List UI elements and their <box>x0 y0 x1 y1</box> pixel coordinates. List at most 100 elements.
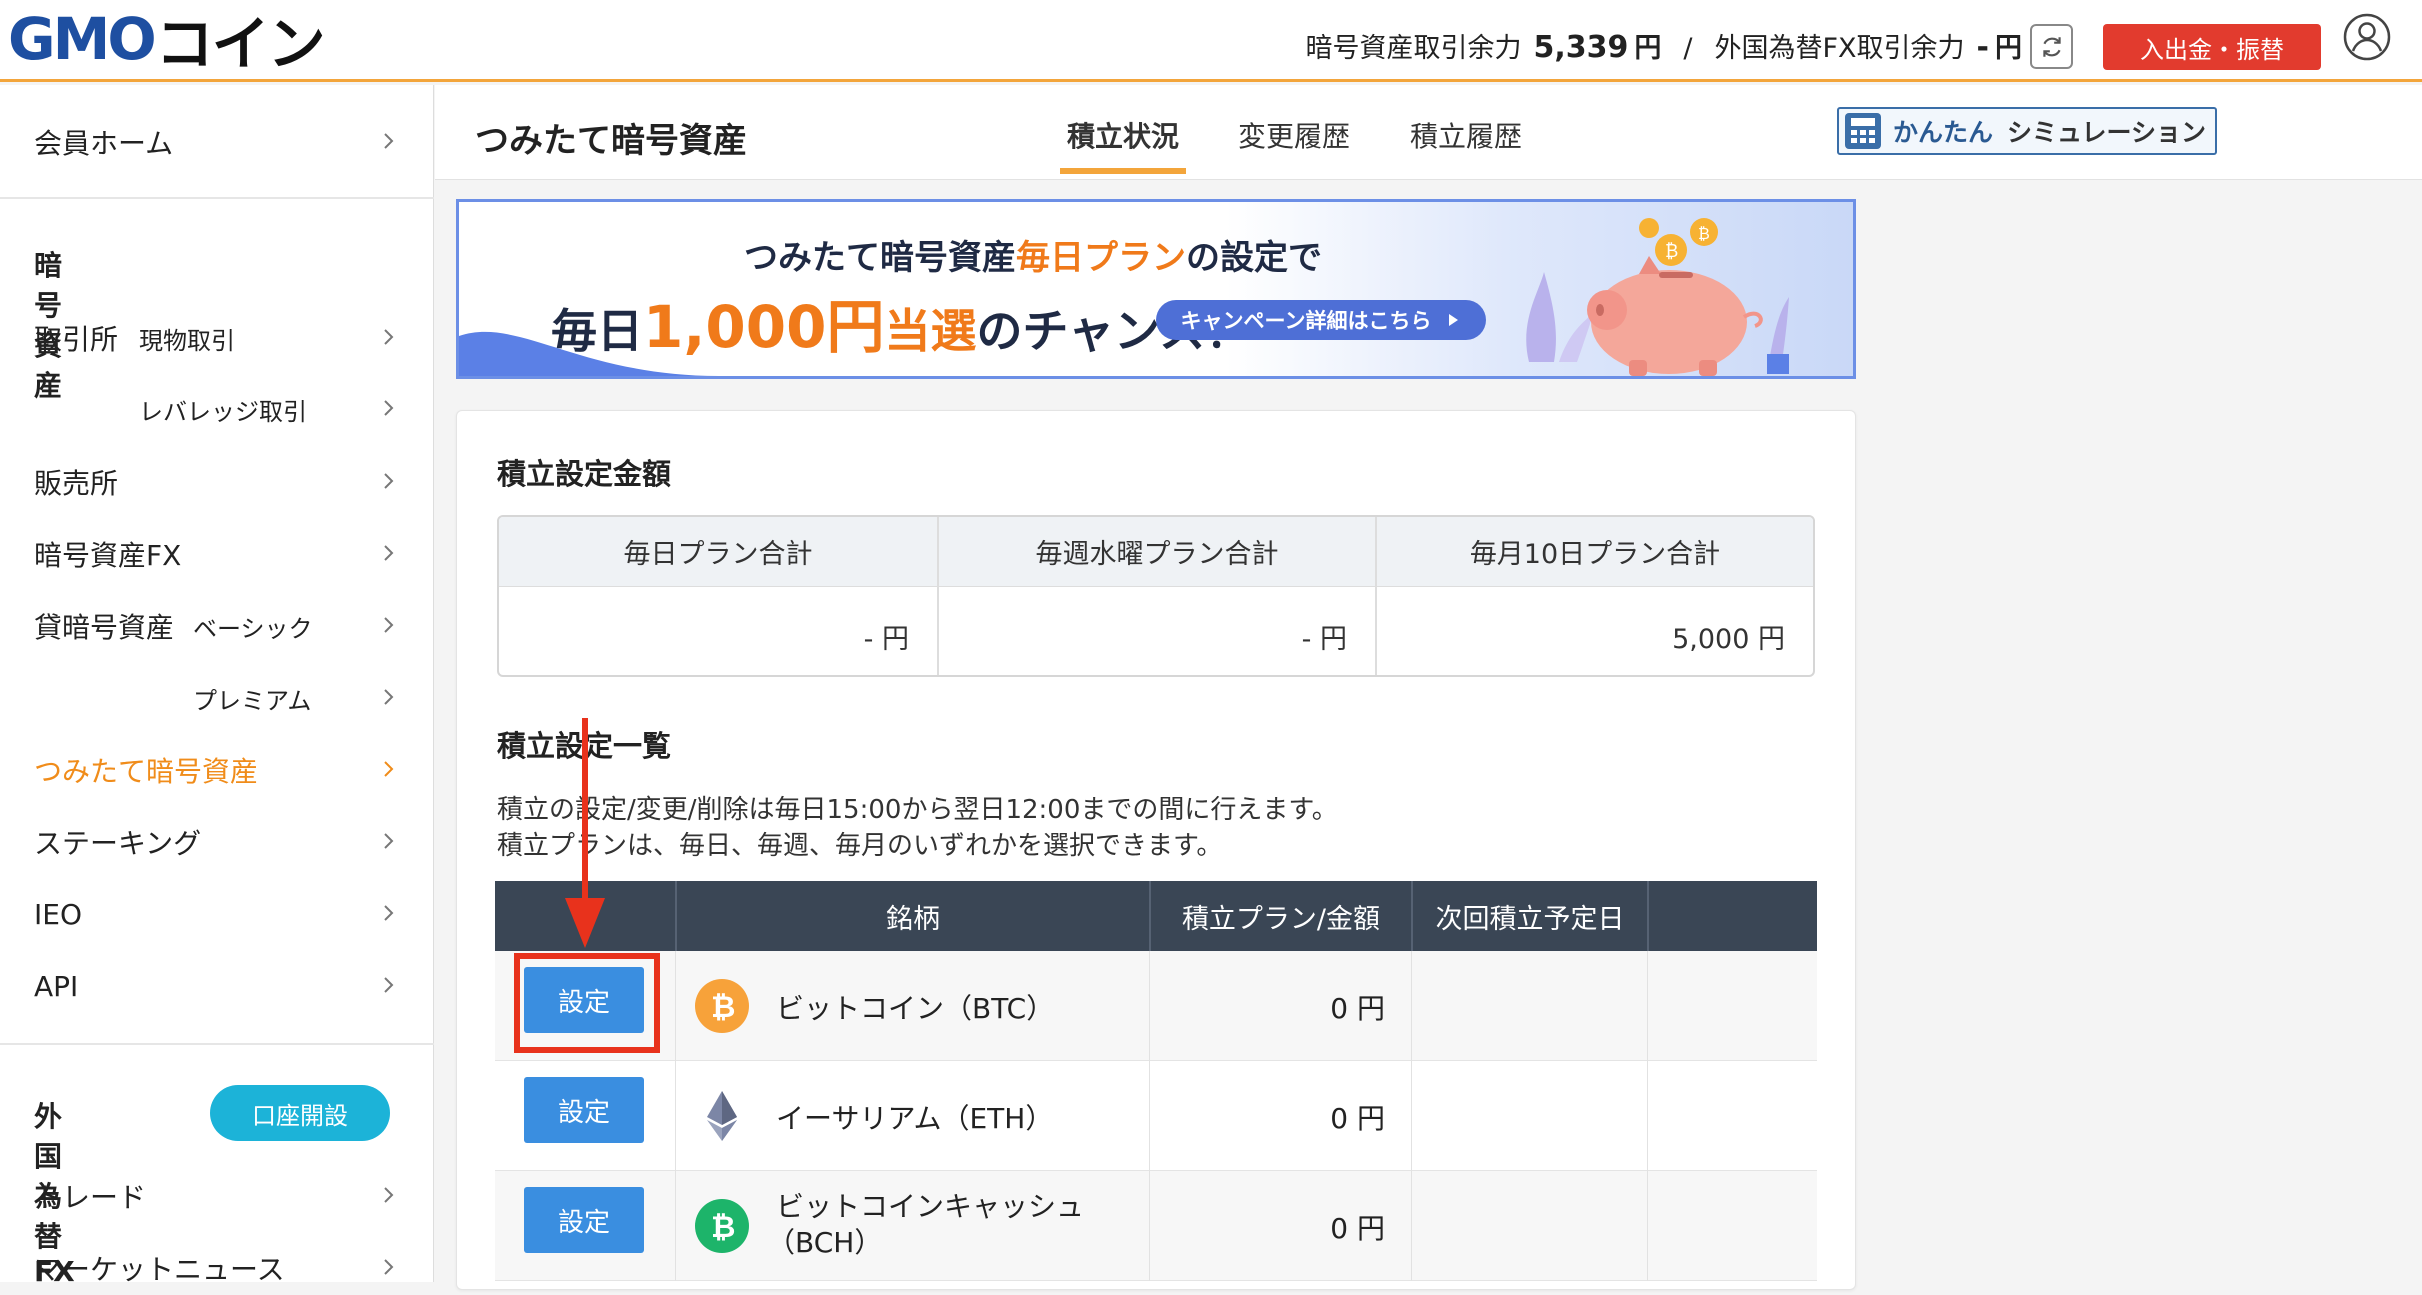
sidebar-item-lending-basic[interactable]: 貸暗号資産 ベーシック <box>0 599 434 653</box>
sidebar-sub-label: レバレッジ取引 <box>139 397 307 426</box>
sidebar-item-crypto-fx[interactable]: 暗号資産FX <box>0 527 434 581</box>
col-header-plan-amount: 積立プラン/金額 <box>1181 903 1381 935</box>
sidebar-sub-label: 現物取引 <box>139 326 235 355</box>
summary-col-monthly: 毎月10日プラン合計 5,000 円 <box>1377 517 1813 675</box>
row-divider <box>1149 1061 1150 1171</box>
chevron-right-icon <box>384 905 394 921</box>
sidebar-item-ieo[interactable]: IEO <box>0 887 434 941</box>
row-divider <box>1647 951 1648 1061</box>
col-header-extra <box>1649 881 1817 951</box>
sidebar-item-label: トレード <box>34 1181 147 1214</box>
sidebar-item-label: API <box>34 969 79 1003</box>
sidebar-item-leverage[interactable]: レバレッジ取引 <box>0 382 434 436</box>
active-tab-indicator <box>1060 168 1186 174</box>
tab-status[interactable]: 積立状況 <box>1067 115 1179 155</box>
sidebar-item-home[interactable]: 会員ホーム <box>0 115 434 169</box>
summary-col-header: 毎日プラン合計 <box>499 517 937 587</box>
annotation-highlight-box <box>514 953 660 1053</box>
fx-balance-unit: 円 <box>1995 33 2022 64</box>
chevron-right-icon <box>384 329 394 345</box>
row-divider <box>1411 951 1412 1061</box>
user-account-icon[interactable] <box>2342 12 2392 62</box>
campaign-details-label: キャンペーン詳細はこちら <box>1180 309 1432 333</box>
sidebar-item-label: 取引所 <box>34 323 119 356</box>
sidebar-item-label: 貸暗号資産 <box>34 611 175 644</box>
chevron-right-icon <box>384 689 394 705</box>
summary-col-value: - 円 <box>1301 624 1347 655</box>
sidebar-item-trade[interactable]: トレード <box>0 1169 434 1223</box>
banner-line-1: つみたて暗号資産毎日プランの設定で <box>744 230 1322 279</box>
row-divider <box>1411 1061 1412 1171</box>
crypto-balance-value: 5,339 <box>1533 30 1629 65</box>
page-title: つみたて暗号資産 <box>475 121 747 161</box>
sidebar-item-market-news[interactable]: マーケットニュース <box>0 1241 434 1295</box>
sidebar-item-label: ステーキング <box>34 827 202 860</box>
separator: / <box>1683 33 1693 64</box>
summary-title: 積立設定金額 <box>497 457 672 491</box>
bitcoin-icon: ₿ <box>695 979 749 1033</box>
coin-name: ビットコインキャッシュ <box>776 1190 1085 1223</box>
chevron-right-icon <box>384 133 394 149</box>
svg-text:₿: ₿ <box>711 990 735 1025</box>
refresh-button[interactable] <box>2030 24 2073 69</box>
sidebar-item-label: 販売所 <box>34 467 119 500</box>
campaign-banner[interactable]: つみたて暗号資産毎日プランの設定で 毎日1,000円当選のチャンス！ キャンペー… <box>456 199 1856 379</box>
balance-summary: 暗号資産取引余力 5,339 円 / 外国為替FX取引余力 - 円 <box>1306 26 2023 65</box>
simulation-button[interactable]: かんたん シミュレーション <box>1837 107 2217 155</box>
row-divider <box>1647 1061 1648 1171</box>
table-row: 設定 ₿ ビットコイン（BTC） 0 円 <box>495 951 1817 1061</box>
svg-text:₿: ₿ <box>1698 224 1710 243</box>
table-row: 設定 イーサリアム（ETH） 0 円 <box>495 1061 1817 1171</box>
sidebar-sub-label: プレミアム <box>193 686 312 715</box>
banner-line-2: 毎日1,000円当選のチャンス！ <box>551 280 1251 364</box>
chevron-right-icon <box>384 1187 394 1203</box>
campaign-details-button[interactable]: キャンペーン詳細はこちら <box>1156 300 1486 340</box>
sidebar-divider <box>0 1043 434 1045</box>
bitcoin-cash-icon: ₿ <box>695 1199 749 1253</box>
chevron-right-icon <box>384 761 394 777</box>
ethereum-icon <box>707 1091 737 1141</box>
chevron-right-icon <box>384 400 394 416</box>
chevron-right-icon <box>384 473 394 489</box>
eth-settings-button[interactable]: 設定 <box>524 1077 644 1143</box>
sidebar-divider <box>0 197 434 199</box>
sidebar-item-tsumitate[interactable]: つみたて暗号資産 <box>0 743 434 797</box>
bch-settings-button[interactable]: 設定 <box>524 1187 644 1253</box>
coin-ticker: （BCH） <box>767 1226 883 1259</box>
deposit-withdraw-button[interactable]: 入出金・振替 <box>2103 24 2321 70</box>
row-divider <box>675 951 676 1061</box>
row-divider <box>1149 1171 1150 1281</box>
top-header: GMO コイン 暗号資産取引余力 5,339 円 / 外国為替FX取引余力 - 円… <box>0 0 2422 82</box>
row-divider <box>675 1061 676 1171</box>
crypto-balance-label: 暗号資産取引余力 <box>1305 33 1522 64</box>
sidebar-item-staking[interactable]: ステーキング <box>0 815 434 869</box>
chevron-right-icon <box>384 617 394 633</box>
fx-balance-value: - <box>1976 30 1989 65</box>
col-header-symbol: 銘柄 <box>886 903 940 935</box>
row-divider <box>675 1171 676 1281</box>
gmo-coin-logo[interactable]: GMO コイン <box>8 5 326 78</box>
sidebar-item-exchange-spot[interactable]: 取引所 現物取引 <box>0 311 434 365</box>
calculator-icon <box>1845 113 1881 149</box>
sidebar-item-label: マーケットニュース <box>34 1253 285 1286</box>
sidebar-item-label: 会員ホーム <box>34 127 174 160</box>
col-header-next-date: 次回積立予定日 <box>1435 903 1625 935</box>
summary-table: 毎日プラン合計 - 円 毎週水曜プラン合計 - 円 毎月10日プラン合計 5,0… <box>497 515 1815 677</box>
summary-col-weekly: 毎週水曜プラン合計 - 円 <box>939 517 1375 675</box>
sidebar-item-lending-premium[interactable]: プレミアム <box>0 671 434 725</box>
plan-amount: 0 円 <box>1330 992 1385 1025</box>
sidebar-item-label: IEO <box>34 897 82 931</box>
settings-card: 積立設定金額 毎日プラン合計 - 円 毎週水曜プラン合計 - 円 毎月10日プラ… <box>456 410 1856 1290</box>
sidebar-item-sales[interactable]: 販売所 <box>0 455 434 509</box>
row-divider <box>1411 1171 1412 1281</box>
fx-balance-label: 外国為替FX取引余力 <box>1714 33 1965 64</box>
banner-text: 毎日 <box>551 304 643 358</box>
tab-change-history[interactable]: 変更履歴 <box>1238 115 1350 155</box>
list-note-1: 積立の設定/変更/削除は毎日15:00から翌日12:00までの間に行えます。 <box>497 795 1338 825</box>
sidebar-item-api[interactable]: API <box>0 959 434 1013</box>
tab-accumulation-history[interactable]: 積立履歴 <box>1410 115 1522 155</box>
banner-highlight: 当選 <box>884 304 977 358</box>
simulation-label-b: シミュレーション <box>2007 118 2207 147</box>
banner-text: の設定で <box>1186 238 1322 278</box>
open-account-button[interactable]: 口座開設 <box>210 1085 390 1141</box>
